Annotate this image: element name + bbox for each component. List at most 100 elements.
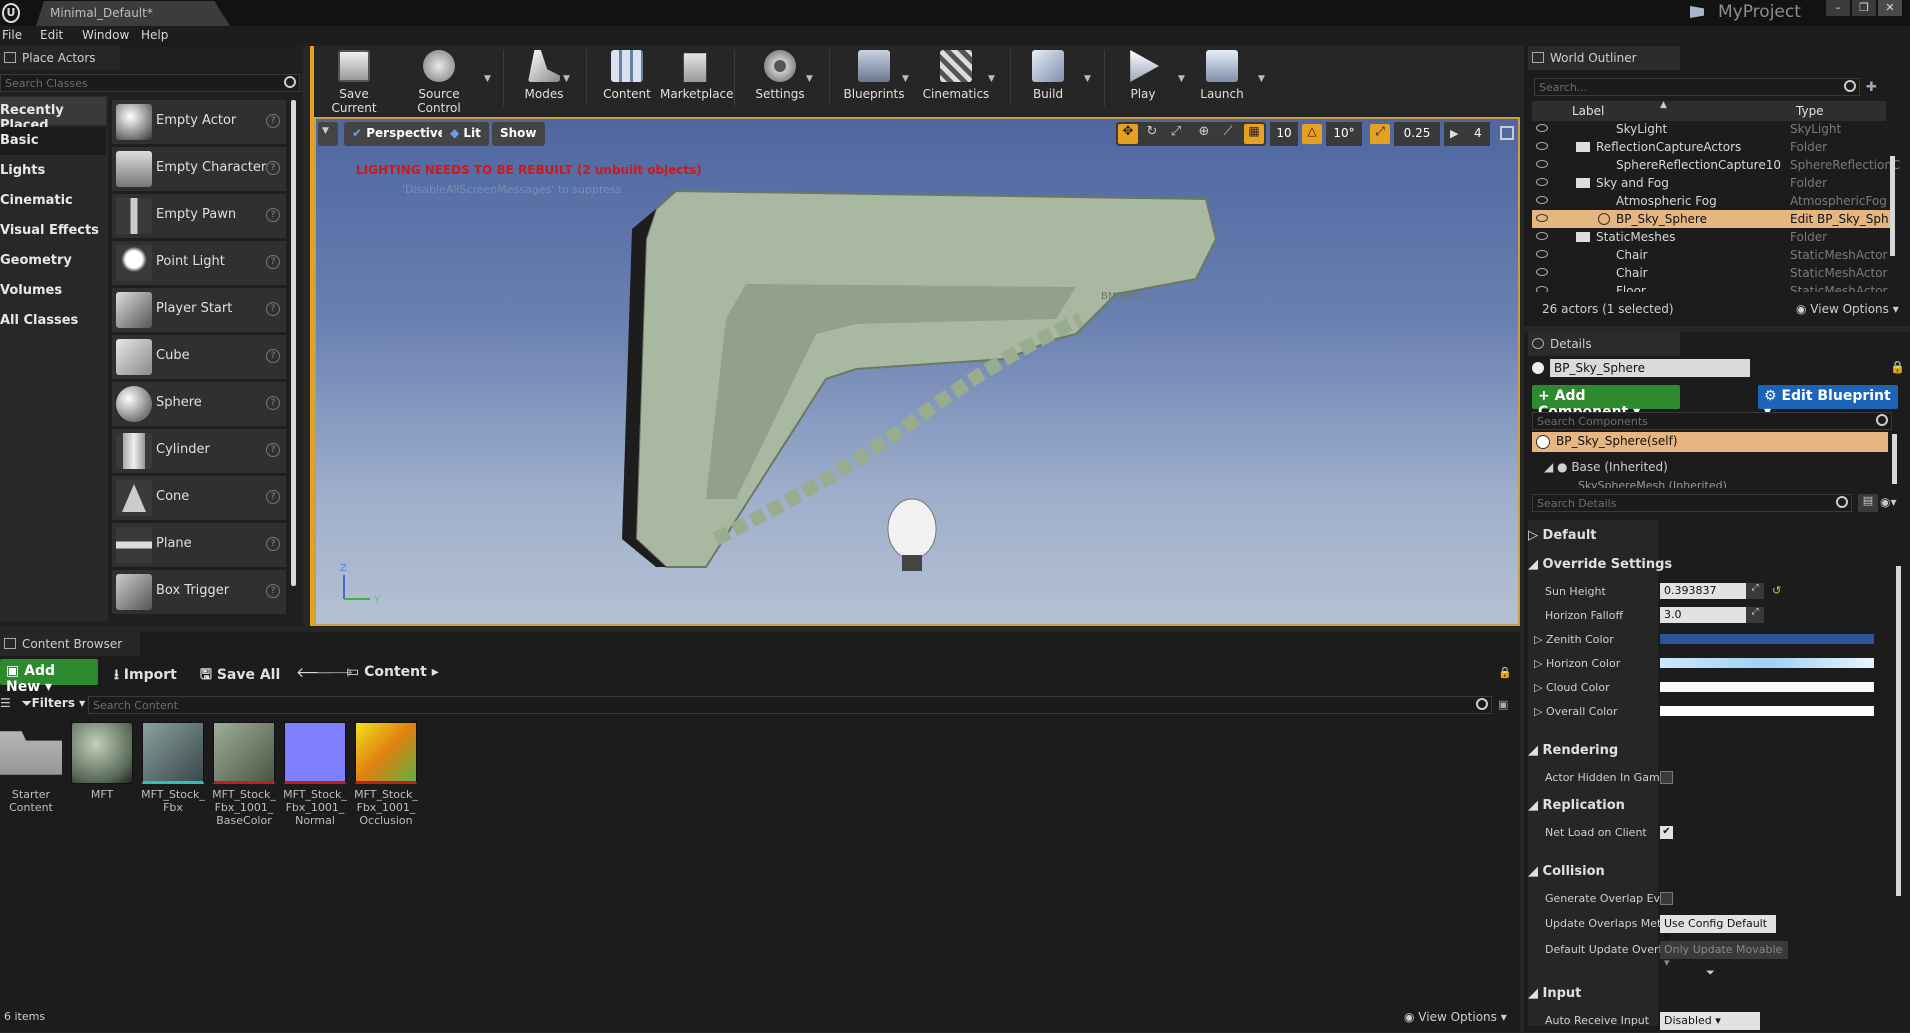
actor-plane[interactable]: Plane? xyxy=(112,523,286,567)
cinematics-dropdown-icon[interactable]: ▼ xyxy=(988,74,995,84)
show-button[interactable]: Show xyxy=(492,122,545,146)
actor-cylinder[interactable]: Cylinder? xyxy=(112,429,286,473)
visibility-options-icon[interactable]: ◉▾ xyxy=(1880,495,1897,509)
components-scrollbar[interactable] xyxy=(1892,434,1897,484)
slider-icon[interactable]: ⤢ xyxy=(1746,583,1764,599)
content-view-options[interactable]: ◉ View Options ▾ xyxy=(1404,1010,1507,1024)
outliner-row[interactable]: Chair StaticMeshActor xyxy=(1532,264,1892,282)
world-local-icon[interactable]: ⊕ xyxy=(1194,124,1214,144)
category-all-classes[interactable]: All Classes xyxy=(0,307,106,335)
asset-normal[interactable]: MFT_Stock_ Fbx_1001_ Normal xyxy=(282,722,348,827)
asset-mft-stock-fbx[interactable]: MFT_Stock_ Fbx xyxy=(140,722,206,814)
visibility-eye-icon[interactable] xyxy=(1536,250,1548,258)
translate-icon[interactable]: ✥ xyxy=(1118,124,1138,144)
cinematics-button[interactable]: Cinematics xyxy=(920,50,992,108)
marketplace-button[interactable]: Marketplace xyxy=(660,50,734,108)
outliner-row[interactable]: Atmospheric Fog AtmosphericFog xyxy=(1532,192,1892,210)
grid-snap-value[interactable]: 10 xyxy=(1270,122,1298,146)
menu-file[interactable]: File xyxy=(0,26,40,46)
section-override-settings[interactable]: ◢ Override Settings xyxy=(1528,557,1888,572)
section-replication[interactable]: ◢ Replication xyxy=(1528,798,1888,813)
outliner-row[interactable]: Floor StaticMeshActor xyxy=(1532,282,1892,292)
edit-blueprint-button[interactable]: ⚙ Edit Blueprint ▾ xyxy=(1758,385,1898,420)
lock-icon[interactable]: 🔒 xyxy=(1890,360,1905,374)
build-dropdown-icon[interactable]: ▼ xyxy=(1084,74,1091,84)
actor-hidden-checkbox[interactable] xyxy=(1660,771,1673,784)
viewport-options-dropdown[interactable]: ▼ xyxy=(318,122,338,146)
rotation-snap-value[interactable]: 10° xyxy=(1326,122,1362,146)
help-icon[interactable]: ? xyxy=(266,396,280,410)
default-update-dropdown[interactable]: Only Update Movable ▾ xyxy=(1660,941,1788,969)
visibility-eye-icon[interactable] xyxy=(1536,286,1548,292)
source-control-dropdown-icon[interactable]: ▼ xyxy=(484,74,491,84)
help-icon[interactable]: ? xyxy=(266,349,280,363)
actor-empty-pawn[interactable]: Empty Pawn? xyxy=(112,194,286,238)
section-rendering[interactable]: ◢ Rendering xyxy=(1528,743,1888,758)
rotation-snap-icon[interactable]: △ xyxy=(1302,124,1322,144)
modes-dropdown-icon[interactable]: ▼ xyxy=(563,74,570,84)
horizon-falloff-input[interactable]: 3.0 xyxy=(1660,607,1758,623)
details-scrollbar[interactable] xyxy=(1896,566,1901,896)
outliner-row[interactable]: SphereReflectionCapture10 SphereReflectio… xyxy=(1532,156,1900,174)
column-label[interactable]: Label xyxy=(1572,104,1604,118)
actors-scrollbar[interactable] xyxy=(291,100,296,586)
source-control-button[interactable]: Source Control xyxy=(396,50,482,115)
zenith-color-swatch[interactable] xyxy=(1660,634,1874,644)
actor-box-trigger[interactable]: Box Trigger? xyxy=(112,570,286,614)
actor-point-light[interactable]: Point Light? xyxy=(112,241,286,285)
component-self-row[interactable]: BP_Sky_Sphere(self) xyxy=(1532,432,1888,452)
lock-icon[interactable]: 🔒 xyxy=(1498,666,1512,679)
actor-cone[interactable]: Cone? xyxy=(112,476,286,520)
outliner-scrollbar[interactable] xyxy=(1890,156,1895,256)
tab-place-actors[interactable]: Place Actors xyxy=(0,46,120,70)
launch-dropdown-icon[interactable]: ▼ xyxy=(1258,74,1265,84)
add-component-button[interactable]: + Add Component ▾ xyxy=(1532,385,1680,420)
outliner-row-selected[interactable]: BP_Sky_Sphere Edit BP_Sky_Sph xyxy=(1532,210,1892,228)
outliner-row[interactable]: Sky and Fog Folder xyxy=(1532,174,1892,192)
import-button[interactable]: ⭳ Import xyxy=(114,664,177,688)
visibility-eye-icon[interactable] xyxy=(1536,160,1548,168)
outliner-search-input[interactable]: Search... xyxy=(1534,78,1860,96)
actor-empty-character[interactable]: Empty Character? xyxy=(112,147,286,191)
add-new-button[interactable]: ▣ Add New ▾ xyxy=(0,659,98,695)
save-search-icon[interactable]: ▣ xyxy=(1498,698,1508,711)
update-method-dropdown[interactable]: Use Config Default ▾ xyxy=(1660,915,1776,943)
category-recently-placed[interactable]: Recently Placed xyxy=(0,97,106,133)
overall-color-swatch[interactable] xyxy=(1660,706,1874,716)
visibility-eye-icon[interactable] xyxy=(1536,142,1548,150)
actor-sphere[interactable]: Sphere? xyxy=(112,382,286,426)
help-icon[interactable]: ? xyxy=(266,537,280,551)
advanced-expand-icon[interactable]: ⏷ xyxy=(1706,966,1715,980)
category-visual-effects[interactable]: Visual Effects xyxy=(0,217,106,245)
play-button[interactable]: Play xyxy=(1116,50,1170,108)
outliner-row[interactable]: StaticMeshes Folder xyxy=(1532,228,1892,246)
generate-overlap-checkbox[interactable] xyxy=(1660,892,1673,905)
category-lights[interactable]: Lights xyxy=(0,157,106,185)
outliner-row[interactable]: Chair StaticMeshActor xyxy=(1532,246,1892,264)
maximize-viewport-icon[interactable] xyxy=(1500,126,1514,140)
visibility-eye-icon[interactable] xyxy=(1536,232,1548,240)
row-type[interactable]: Edit BP_Sky_Sph xyxy=(1790,212,1889,226)
search-components-input[interactable]: Search Components xyxy=(1532,412,1892,430)
search-details-input[interactable]: Search Details xyxy=(1532,494,1852,512)
outliner-row[interactable]: ReflectionCaptureActors Folder xyxy=(1532,138,1892,156)
path-content[interactable]: ▭ Content ▸ xyxy=(346,664,439,680)
actor-cube[interactable]: Cube? xyxy=(112,335,286,379)
horizon-color-swatch[interactable] xyxy=(1660,658,1874,668)
visibility-eye-icon[interactable] xyxy=(1536,178,1548,186)
scale-snap-icon[interactable]: ⤢ xyxy=(1370,124,1390,144)
blueprints-dropdown-icon[interactable]: ▼ xyxy=(902,74,909,84)
rotate-icon[interactable]: ↻ xyxy=(1142,124,1162,144)
reset-to-default-icon[interactable]: ↺ xyxy=(1772,584,1781,597)
close-button[interactable]: ✕ xyxy=(1878,0,1902,16)
build-button[interactable]: Build xyxy=(1020,50,1076,108)
component-child-row[interactable]: SkySphereMesh (Inherited) xyxy=(1578,479,1727,488)
scale-snap-value[interactable]: 0.25 xyxy=(1394,122,1440,146)
scale-icon[interactable]: ⤢ xyxy=(1166,124,1186,144)
actor-player-start[interactable]: Player Start? xyxy=(112,288,286,332)
launch-button[interactable]: Launch xyxy=(1194,50,1250,108)
visibility-eye-icon[interactable] xyxy=(1536,214,1548,222)
grid-snap-icon[interactable]: ▦ xyxy=(1244,124,1264,144)
category-basic[interactable]: Basic xyxy=(0,127,106,155)
visibility-eye-icon[interactable] xyxy=(1536,196,1548,204)
